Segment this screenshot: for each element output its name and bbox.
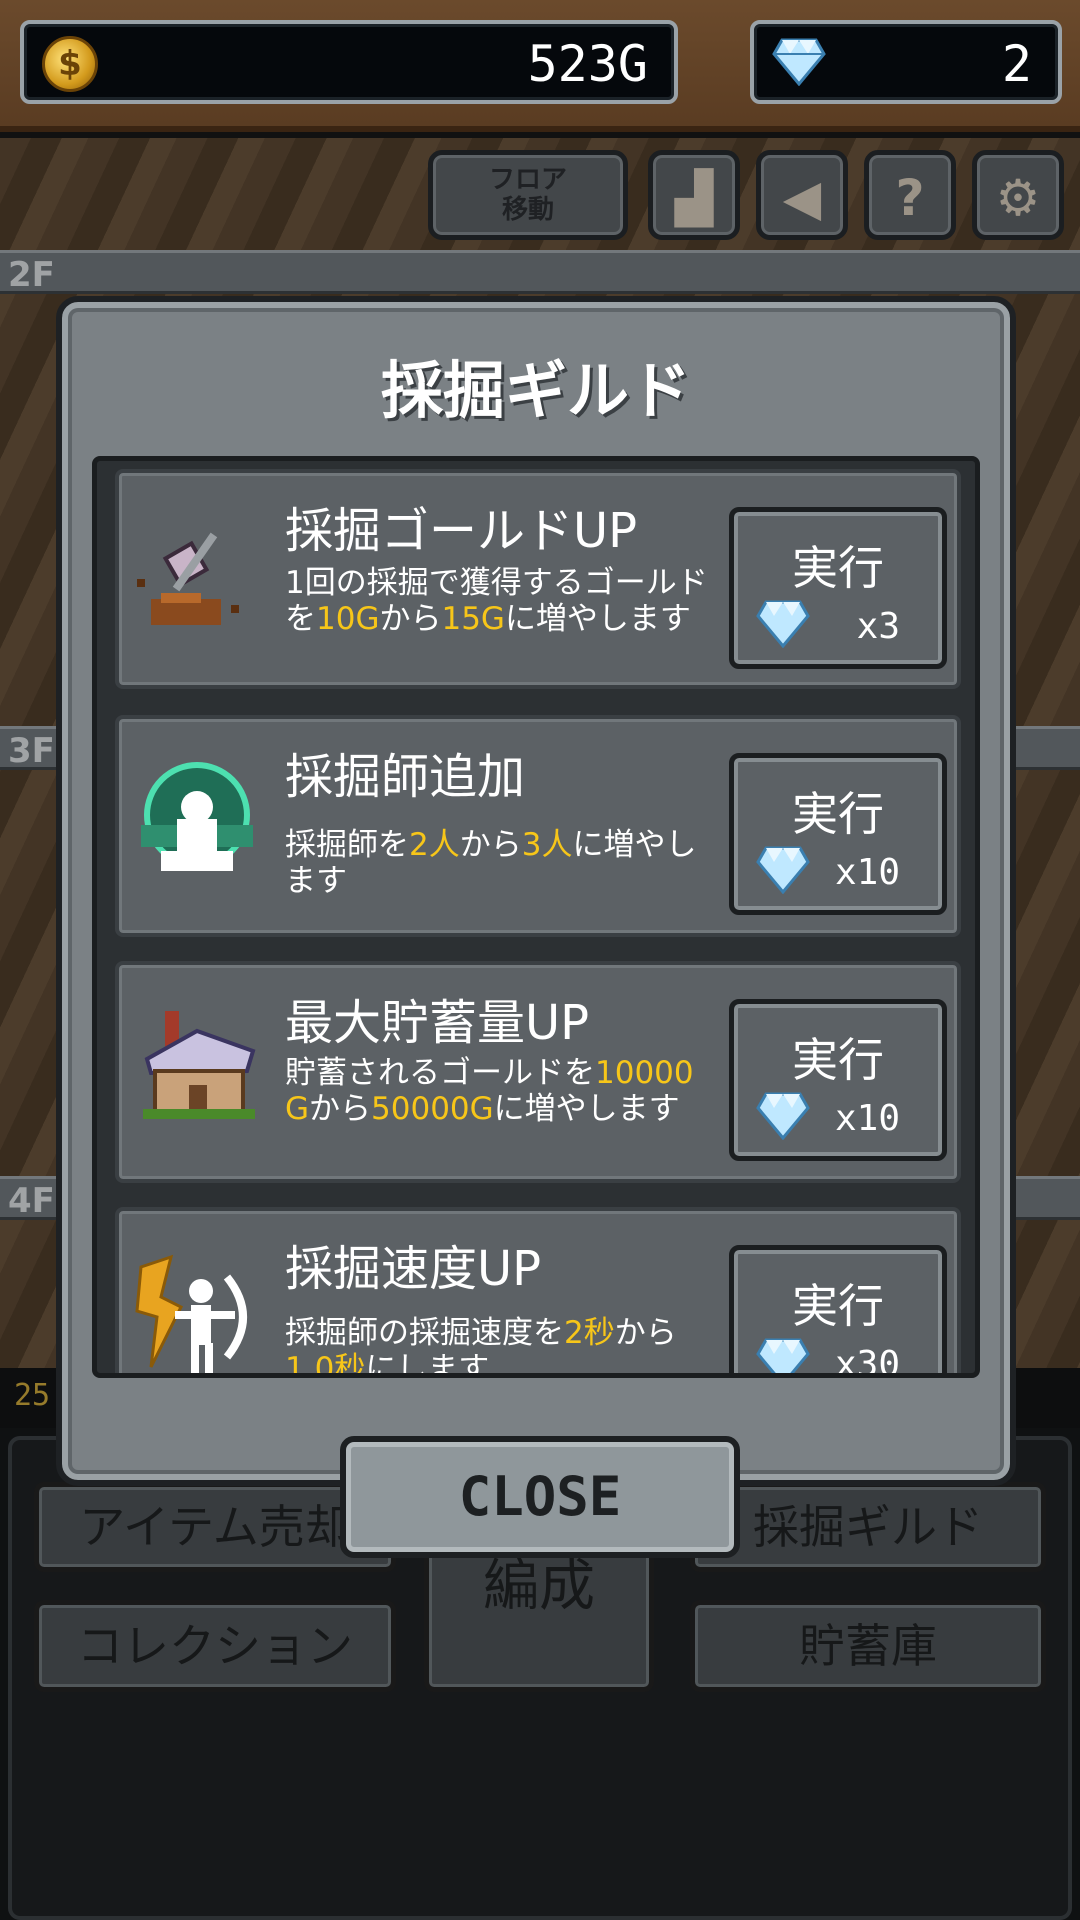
upgrade-name: 採掘ゴールドUP (285, 503, 638, 559)
gem-counter: 2 (750, 20, 1062, 104)
execute-button[interactable]: 実行 x3 (729, 507, 947, 669)
cost-label: x30 (834, 1344, 900, 1378)
diamond-icon (756, 846, 810, 895)
gold-counter: $ 523G (20, 20, 678, 104)
dialog-title: 採掘ギルド (380, 354, 691, 427)
diamond-icon (756, 1338, 810, 1373)
resource-bar: $ 523G 2 (0, 0, 1080, 132)
upgrade-row-storage: 最大貯蓄量UP 貯蓄されるゴールドを10000Gから50000Gに増やします 実… (115, 961, 961, 1183)
upgrade-name: 採掘速度UP (285, 1241, 542, 1297)
upgrade-row-miner: 採掘師追加 採掘師を2人から3人に増やします 実行 x10 (115, 715, 961, 937)
cost-label: x3 (856, 606, 900, 647)
execute-label: 実行 (792, 787, 884, 841)
execute-label: 実行 (792, 1279, 884, 1333)
guild-dialog: 採掘ギルド 採掘ゴールドUP 1回の採掘で獲得するゴールドを10Gから15Gに増… (56, 296, 1016, 1486)
upgrade-description: 貯蓄されるゴールドを10000Gから50000Gに増やします (285, 1055, 694, 1127)
pickaxe-dig-icon (131, 509, 263, 641)
execute-button[interactable]: 実行 x10 (729, 999, 947, 1161)
gold-coin-icon: $ (42, 36, 98, 92)
gem-value: 2 (1001, 35, 1032, 93)
storehouse-icon (131, 1001, 263, 1133)
diamond-icon (772, 38, 826, 87)
execute-button[interactable]: 実行 x10 (729, 753, 947, 915)
upgrade-description: 採掘師を2人から3人に増やします (285, 827, 697, 899)
cost-label: x10 (834, 1098, 900, 1139)
upgrade-description: 採掘師の採掘速度を2秒から1.0秒にします (285, 1315, 677, 1378)
close-label: CLOSE (458, 1465, 622, 1528)
cost-label: x10 (834, 852, 900, 893)
upgrade-list[interactable]: 採掘ゴールドUP 1回の採掘で獲得するゴールドを10Gから15Gに増やします 実… (92, 456, 980, 1378)
upgrade-row-gold: 採掘ゴールドUP 1回の採掘で獲得するゴールドを10Gから15Gに増やします 実… (115, 469, 961, 689)
upgrade-row-speed: 採掘速度UP 採掘師の採掘速度を2秒から1.0秒にします 実行 x30 (115, 1207, 961, 1378)
gold-value: 523G (527, 35, 648, 93)
upgrade-name: 採掘師追加 (285, 749, 526, 805)
upgrade-name: 最大貯蓄量UP (285, 995, 590, 1051)
speed-miner-icon (131, 1247, 263, 1373)
close-button[interactable]: CLOSE (340, 1436, 740, 1558)
execute-label: 実行 (792, 1033, 884, 1087)
execute-button[interactable]: 実行 x30 (729, 1245, 947, 1378)
execute-label: 実行 (792, 541, 884, 595)
diamond-icon (756, 600, 810, 649)
add-miner-icon (131, 755, 263, 887)
diamond-icon (756, 1092, 810, 1141)
upgrade-description: 1回の採掘で獲得するゴールドを10Gから15Gに増やします (285, 565, 708, 637)
